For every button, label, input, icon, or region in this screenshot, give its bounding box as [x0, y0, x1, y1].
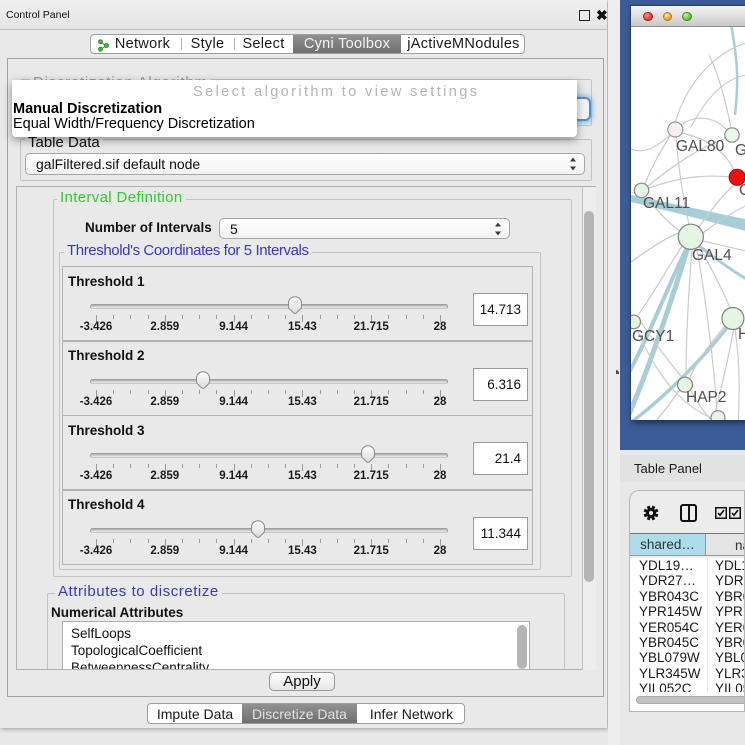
svg-text:HAP2: HAP2: [686, 389, 727, 406]
svg-text:GCY1: GCY1: [632, 328, 674, 345]
svg-text:GAL4: GAL4: [692, 247, 732, 264]
svg-text:GA: GA: [735, 142, 745, 159]
svg-text:GAL11: GAL11: [643, 195, 690, 212]
svg-text:C: C: [739, 182, 745, 199]
svg-text:H: H: [738, 326, 745, 343]
svg-text:GAL80: GAL80: [676, 138, 725, 155]
